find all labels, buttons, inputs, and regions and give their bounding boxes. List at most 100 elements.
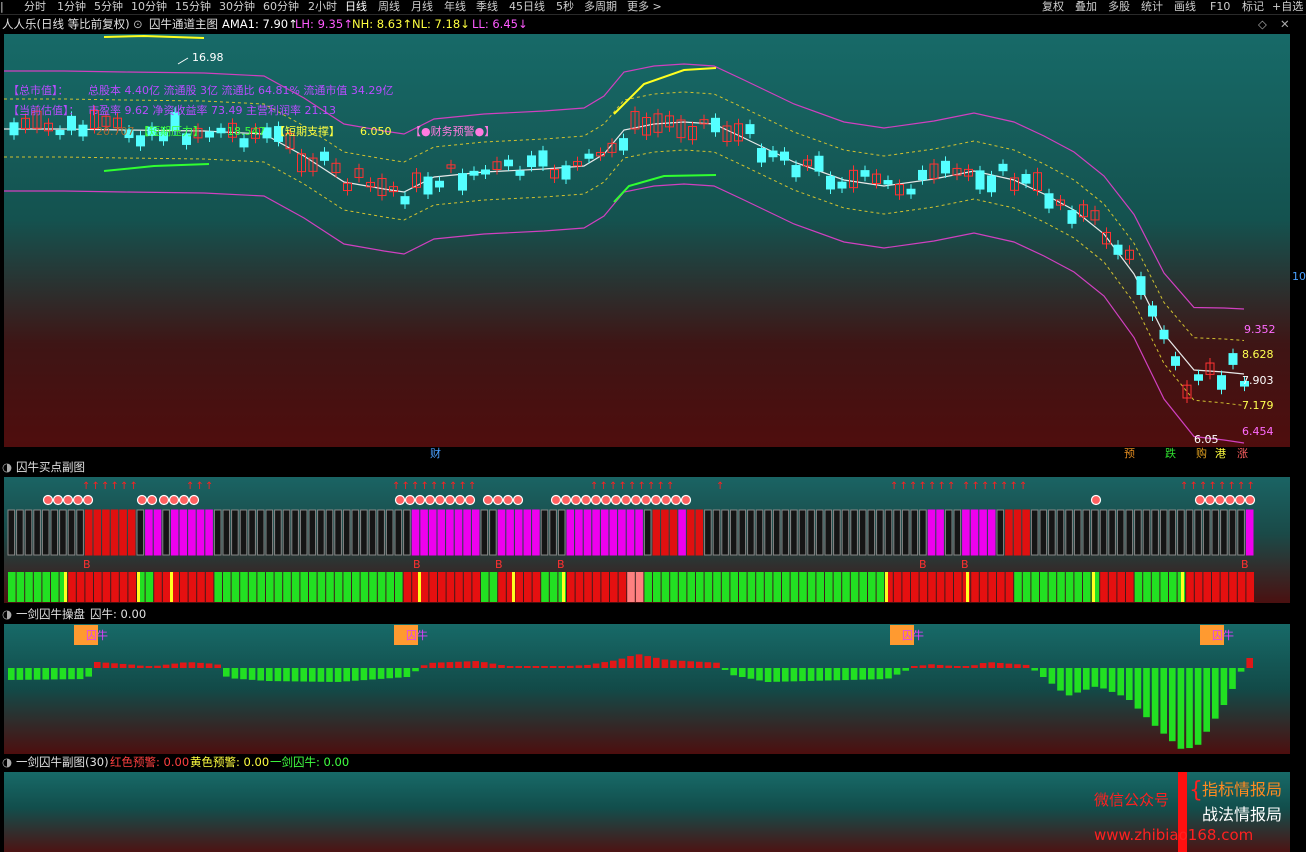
b-label: B xyxy=(1241,558,1249,571)
close-icon[interactable]: ✕ xyxy=(1280,16,1290,32)
buy-signal-bar xyxy=(833,509,841,556)
sub1-title[interactable]: 囚牛买点副图 xyxy=(16,460,85,475)
histogram-bar xyxy=(936,664,944,668)
overlay-button[interactable]: 叠加 xyxy=(1075,0,1097,13)
trend-bar xyxy=(799,572,807,602)
trend-bar xyxy=(592,572,601,602)
tab-daily[interactable]: 日线 xyxy=(345,0,367,13)
buy-dot xyxy=(424,494,436,506)
tab-10min[interactable]: 10分钟 xyxy=(131,0,167,13)
histogram-bar xyxy=(627,656,634,668)
tab-15min[interactable]: 15分钟 xyxy=(175,0,211,13)
buy-arrow: ↑ xyxy=(1199,481,1207,492)
histogram-bar xyxy=(395,668,402,678)
buy-signal-bar xyxy=(764,509,772,556)
buy-signal-bar xyxy=(618,509,626,556)
buy-signal-bar xyxy=(1211,509,1220,556)
buy-signal-bar xyxy=(1099,509,1108,556)
buy-arrow: ↑ xyxy=(1237,481,1245,492)
tab-5sec[interactable]: 5秒 xyxy=(556,0,574,13)
indicator-name[interactable]: 囚牛通道主图 xyxy=(149,16,218,32)
candle-body xyxy=(1067,210,1077,224)
histogram-bar xyxy=(687,661,694,668)
histogram-bar xyxy=(1031,668,1038,671)
buy-signal-bar xyxy=(454,509,463,556)
tab-2hour[interactable]: 2小时 xyxy=(308,0,337,13)
draw-line-button[interactable]: 画线 xyxy=(1174,0,1196,13)
trend-bar xyxy=(51,572,59,602)
trend-bar xyxy=(764,572,773,602)
trend-bar xyxy=(721,572,730,602)
sub3-toggle-icon[interactable]: ◑ xyxy=(2,755,12,770)
candle-body xyxy=(469,170,479,176)
trend-bar xyxy=(33,572,42,602)
buy-signal-bar xyxy=(274,509,282,556)
multi-stock-button[interactable]: 多股 xyxy=(1108,0,1130,13)
sub2-toggle-icon[interactable]: ◑ xyxy=(2,607,12,622)
band-highlight-bottom-2 xyxy=(613,174,717,203)
buy-dot xyxy=(454,494,466,506)
candle-body xyxy=(481,169,490,175)
tab-60min[interactable]: 60分钟 xyxy=(263,0,299,13)
tab-45day[interactable]: 45日线 xyxy=(509,0,545,13)
sub3-title[interactable]: 一剑囚牛副图(30) xyxy=(16,755,109,770)
histogram-bar xyxy=(532,666,540,668)
trend-bar xyxy=(420,572,429,602)
candlestick-chart[interactable]: 16.98 6.05 【总市值】： 总股本 4.40亿 流通股 3亿 流通比 6… xyxy=(4,34,1290,447)
tab-quarterly[interactable]: 季线 xyxy=(476,0,498,13)
sub2-panel[interactable]: 囚牛 囚牛 囚牛 囚牛 xyxy=(4,624,1290,754)
statistics-button[interactable]: 统计 xyxy=(1141,0,1163,13)
tab-yearly[interactable]: 年线 xyxy=(444,0,466,13)
buy-signal-bar xyxy=(480,509,489,556)
trend-marker xyxy=(966,572,969,602)
tab-more[interactable]: 更多 > xyxy=(627,0,662,13)
buy-arrow: ↑ xyxy=(1010,481,1018,492)
diamond-icon[interactable]: ◇ xyxy=(1258,16,1267,32)
tab-30min[interactable]: 30分钟 xyxy=(219,0,255,13)
histogram-bar xyxy=(1074,668,1081,693)
buy-point-chart[interactable]: ↑ ↑ ↑ ↑ ↑ ↑ ↑ ↑ ↑ ↑ ↑ ↑ ↑ ↑ ↑ ↑ ↑ ↑ ↑ ↑ ↑ ↑ ↑ ↑ ↑ ↑ ↑ ↑ ↑ ↑ ↑ ↑ ↑ ↑ ↑ ↑ ↑ ↑ ↑ ↑… xyxy=(4,477,1290,603)
mark-button[interactable]: 标记 xyxy=(1242,0,1264,13)
candle-body xyxy=(826,175,835,190)
candle-body xyxy=(619,138,628,151)
buy-signal-bar xyxy=(1142,509,1151,556)
buy-arrow: ↑ xyxy=(1000,481,1008,492)
trend-bar xyxy=(601,572,609,602)
tab-intraday[interactable]: 分时 xyxy=(24,0,46,13)
trend-bar xyxy=(687,572,695,602)
buy-dot xyxy=(492,494,504,506)
current-rating-text: 市盈率 9.62 净资收益率 73.49 主营利润率 21.13 xyxy=(88,103,336,117)
add-watchlist-button[interactable]: +自选 xyxy=(1272,0,1303,13)
tab-monthly[interactable]: 月线 xyxy=(411,0,433,13)
candle-body xyxy=(814,155,824,172)
trend-bar xyxy=(704,572,713,602)
histogram-bar xyxy=(1117,668,1124,696)
buy-signal-bar xyxy=(592,509,600,556)
trend-bar xyxy=(954,572,962,602)
buy-dot xyxy=(580,494,592,506)
trend-bar xyxy=(1108,572,1117,602)
f10-button[interactable]: F10 xyxy=(1210,0,1230,13)
tab-multi-period[interactable]: 多周期 xyxy=(584,0,617,13)
operation-histogram[interactable]: 囚牛 囚牛 囚牛 囚牛 xyxy=(4,624,1290,754)
b-label: B xyxy=(557,558,565,571)
sub1-toggle-icon[interactable]: ◑ xyxy=(2,460,12,475)
main-chart-panel[interactable]: 16.98 6.05 【总市值】： 总股本 4.40亿 流通股 3亿 流通比 6… xyxy=(4,34,1290,447)
histogram-bar xyxy=(1237,668,1245,672)
tab-weekly[interactable]: 周线 xyxy=(378,0,400,13)
buy-arrow: ↑ xyxy=(468,481,476,492)
sub1-panel[interactable]: ↑ ↑ ↑ ↑ ↑ ↑ ↑ ↑ ↑ ↑ ↑ ↑ ↑ ↑ ↑ ↑ ↑ ↑ ↑ ↑ ↑ ↑ ↑ ↑ ↑ ↑ ↑ ↑ ↑ ↑ ↑ ↑ ↑ ↑ ↑ ↑ ↑ ↑ ↑ ↑… xyxy=(4,477,1290,603)
buy-dot xyxy=(82,494,94,506)
tab-1min[interactable]: 1分钟 xyxy=(57,0,86,13)
trend-bar xyxy=(532,572,541,602)
restore-right-button[interactable]: 复权 xyxy=(1042,0,1064,13)
buy-dot xyxy=(52,494,64,506)
trend-bar xyxy=(1117,572,1125,602)
histogram-bar xyxy=(902,668,909,671)
indicator-toggle-icon[interactable]: ⊙ xyxy=(133,16,143,32)
buy-signal-bar xyxy=(1237,509,1245,556)
sub2-title[interactable]: 一剑囚牛操盘 xyxy=(16,607,85,622)
b-label: B xyxy=(83,558,91,571)
trend-bar xyxy=(205,572,214,602)
tab-5min[interactable]: 5分钟 xyxy=(94,0,123,13)
